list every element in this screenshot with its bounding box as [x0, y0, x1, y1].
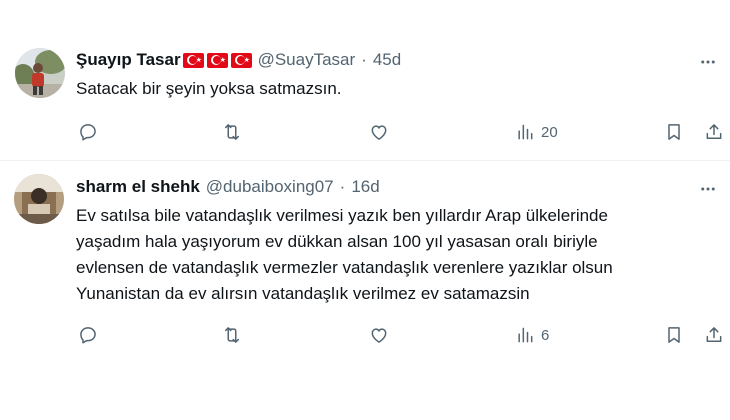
share-button[interactable] [704, 323, 724, 347]
separator-dot: · [339, 177, 346, 196]
like-button[interactable] [369, 323, 389, 347]
like-icon [371, 125, 387, 140]
author-name[interactable]: Şuayıp Tasar [76, 50, 181, 70]
tweet-header: sharm el shehk @dubaiboxing07 · 16d [76, 177, 380, 197]
tweet-text: Ev satılsa bile vatandaşlık verilmesi ya… [76, 203, 706, 307]
author-handle[interactable]: @dubaiboxing07 [206, 177, 334, 197]
like-icon [371, 328, 387, 343]
views-icon [518, 327, 533, 343]
reply-icon [80, 327, 96, 344]
avatar[interactable] [15, 48, 65, 98]
share-icon [706, 327, 722, 342]
tweet[interactable]: sharm el shehk @dubaiboxing07 · 16d Ev s… [0, 161, 730, 420]
share-icon [706, 124, 722, 139]
more-icon[interactable] [698, 179, 718, 199]
tweet-actions: 20 [76, 120, 724, 144]
author-name[interactable]: sharm el shehk [76, 177, 200, 197]
retweet-button[interactable] [222, 120, 242, 144]
flag-emojis: ★ ★ ★ [182, 52, 252, 68]
tweet-text-line: Satacak bir şeyin yoksa satmazsın. [76, 79, 342, 98]
turkey-flag-icon: ★ [182, 52, 204, 68]
bookmark-icon [668, 124, 680, 140]
tweet-text: Satacak bir şeyin yoksa satmazsın. [76, 76, 706, 102]
retweet-icon [225, 327, 239, 343]
views-icon [518, 124, 533, 140]
tweet-age[interactable]: 16d [351, 177, 379, 197]
retweet-button[interactable] [222, 323, 242, 347]
separator-dot: · [361, 50, 367, 69]
avatar[interactable] [14, 174, 64, 224]
views-count: 20 [541, 123, 558, 141]
share-button[interactable] [704, 120, 724, 144]
views-button[interactable]: 6 [515, 323, 549, 347]
tweet[interactable]: Şuayıp Tasar ★ ★ ★ @SuayTasar · 45d Sata… [0, 0, 730, 160]
turkey-flag-icon: ★ [206, 52, 228, 68]
reply-icon [80, 124, 96, 141]
tweet-age[interactable]: 45d [373, 50, 401, 70]
views-button[interactable]: 20 [515, 120, 558, 144]
like-button[interactable] [369, 120, 389, 144]
tweet-text-line: evlensen de vatandaşlık vermezler vatand… [76, 258, 613, 277]
bookmark-icon [668, 327, 680, 343]
tweet-actions: 6 [76, 323, 724, 347]
more-icon[interactable] [698, 52, 718, 72]
tweet-text-line: Yunanistan da ev alırsın vatandaşlık ver… [76, 284, 530, 303]
reply-button[interactable] [78, 323, 98, 347]
views-count: 6 [541, 326, 550, 344]
tweet-text-line: Ev satılsa bile vatandaşlık verilmesi ya… [76, 206, 608, 225]
tweet-text-line: yaşadım hala yaşıyorum ev dükkan alsan 1… [76, 232, 598, 251]
author-handle[interactable]: @SuayTasar [258, 50, 356, 70]
retweet-icon [225, 124, 239, 140]
reply-button[interactable] [78, 120, 98, 144]
bookmark-button[interactable] [664, 323, 684, 347]
tweet-header: Şuayıp Tasar ★ ★ ★ @SuayTasar · 45d [76, 50, 401, 70]
turkey-flag-icon: ★ [230, 52, 252, 68]
bookmark-button[interactable] [664, 120, 684, 144]
